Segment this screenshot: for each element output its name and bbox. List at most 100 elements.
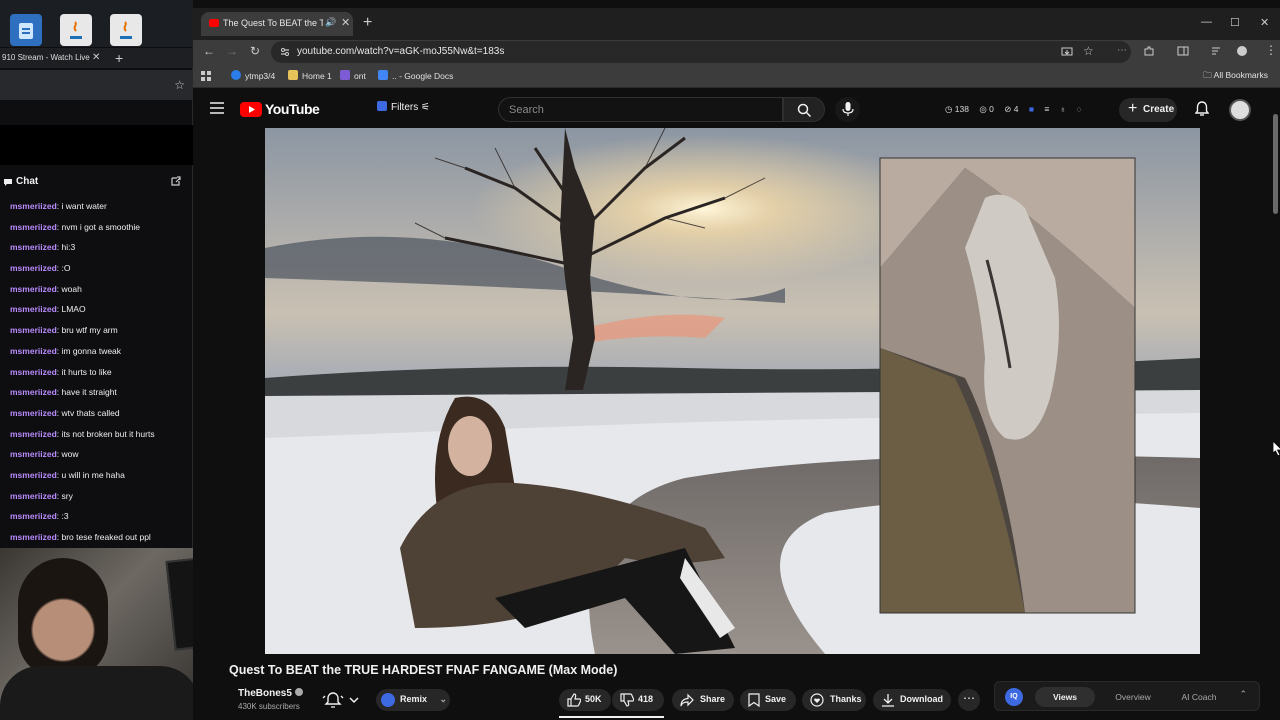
comment-icon[interactable]: ◌ bbox=[1076, 104, 1081, 114]
create-button[interactable]: + Create bbox=[1119, 98, 1177, 122]
star-icon[interactable]: ☆ bbox=[174, 78, 185, 92]
chat-message: msmeriized: :3 bbox=[10, 510, 192, 531]
media-queue-icon[interactable] bbox=[1211, 45, 1223, 57]
chat-username[interactable]: msmeriized bbox=[10, 284, 57, 294]
youtube-header: YouTube Filters ⚟ ◷ 138 ◎ 0 ⊘ 4 ■ ≡ ♁ ◌ … bbox=[193, 89, 1280, 129]
remix-button[interactable]: Remix ⌄ bbox=[376, 689, 450, 711]
close-window-icon[interactable]: ✕ bbox=[1260, 16, 1269, 29]
filters-button[interactable]: Filters ⚟ bbox=[377, 101, 430, 113]
extension-dots-icon[interactable]: ⋯ bbox=[1117, 45, 1129, 57]
chat-username[interactable]: msmeriized bbox=[10, 222, 57, 232]
stream-tab[interactable]: 910 Stream - Watch Live bbox=[0, 48, 102, 68]
bookmark-home[interactable]: Home 1 bbox=[288, 70, 332, 81]
search-input[interactable] bbox=[499, 98, 782, 121]
bookmark-ytmp3[interactable]: ytmp3/4 bbox=[231, 70, 275, 81]
chat-message: msmeriized: im gonna tweak bbox=[10, 345, 192, 366]
minimize-icon[interactable]: — bbox=[1201, 16, 1212, 28]
chat-username[interactable]: msmeriized bbox=[10, 491, 57, 501]
download-button[interactable]: Download bbox=[873, 689, 951, 711]
youtube-logo-icon[interactable] bbox=[240, 102, 262, 117]
list-icon[interactable]: ≡ bbox=[1044, 104, 1049, 114]
chat-username[interactable]: msmeriized bbox=[10, 408, 57, 418]
dislike-button[interactable]: 418 bbox=[612, 689, 664, 711]
chat-username[interactable]: msmeriized bbox=[10, 532, 57, 542]
iq-tab-views[interactable]: Views bbox=[1035, 687, 1095, 707]
chat-username[interactable]: msmeriized bbox=[10, 325, 57, 335]
account-avatar[interactable] bbox=[1229, 99, 1251, 121]
stream-window: 910 Stream - Watch Live ✕ + ☆ Chat msmer… bbox=[0, 0, 229, 720]
chat-username[interactable]: msmeriized bbox=[10, 470, 57, 480]
chat-username[interactable]: msmeriized bbox=[10, 511, 57, 521]
chat-message: msmeriized: LMAO bbox=[10, 303, 192, 324]
popout-icon[interactable] bbox=[170, 176, 181, 187]
extensions-puzzle-icon[interactable] bbox=[1143, 45, 1155, 57]
chevron-up-icon[interactable]: ⌃ bbox=[1239, 689, 1247, 700]
chat-username[interactable]: msmeriized bbox=[10, 429, 57, 439]
hamburger-menu-icon[interactable] bbox=[210, 102, 224, 114]
forward-icon[interactable]: → bbox=[226, 44, 238, 58]
site-info-icon[interactable] bbox=[279, 46, 291, 58]
mouse-cursor-icon bbox=[1273, 441, 1280, 455]
iq-logo[interactable]: IQ bbox=[1005, 688, 1023, 706]
chat-message: msmeriized: bru wtf my arm bbox=[10, 324, 192, 345]
speaker-icon[interactable]: 🔊 bbox=[325, 17, 336, 28]
page-scrollbar[interactable] bbox=[1271, 98, 1280, 720]
sliders-icon: ⚟ bbox=[421, 102, 430, 113]
chat-username[interactable]: msmeriized bbox=[10, 201, 57, 211]
new-tab-icon[interactable]: + bbox=[115, 50, 123, 66]
like-count: 50K bbox=[585, 694, 602, 704]
chat-username[interactable]: msmeriized bbox=[10, 387, 57, 397]
chat-username[interactable]: msmeriized bbox=[10, 367, 57, 377]
youtube-logo-text[interactable]: YouTube bbox=[265, 101, 320, 117]
chat-message: msmeriized: sry bbox=[10, 490, 192, 511]
channel-name[interactable]: TheBones5 bbox=[238, 688, 303, 699]
voice-search-button[interactable] bbox=[835, 97, 860, 122]
java-icon[interactable] bbox=[60, 14, 92, 46]
address-bar[interactable]: youtube.com/watch?v=aGK-moJ55Nw&t=183s ☆ bbox=[271, 41, 1131, 63]
bookmark-ont[interactable]: ont bbox=[340, 70, 366, 81]
thanks-button[interactable]: Thanks bbox=[802, 689, 866, 711]
new-tab-icon[interactable]: + bbox=[363, 14, 372, 32]
recycle-bin-icon[interactable] bbox=[10, 14, 42, 46]
bookmark-label: .. - Google Docs bbox=[392, 71, 454, 81]
ytmp3-icon bbox=[231, 70, 241, 80]
sidebar-icon[interactable] bbox=[1177, 45, 1189, 57]
subscription-bell-button[interactable] bbox=[320, 688, 370, 712]
back-icon[interactable]: ← bbox=[203, 44, 215, 58]
iq-icon[interactable]: ■ bbox=[1029, 104, 1034, 114]
search-button[interactable] bbox=[783, 97, 825, 122]
menu-kebab-icon[interactable]: ⋮ bbox=[1265, 43, 1277, 57]
search-box[interactable] bbox=[498, 97, 783, 122]
bookmark-site-icon bbox=[340, 70, 350, 80]
chat-username[interactable]: msmeriized bbox=[10, 346, 57, 356]
chat-text: : woah bbox=[56, 283, 82, 294]
chat-username[interactable]: msmeriized bbox=[10, 304, 57, 314]
maximize-icon[interactable]: ☐ bbox=[1230, 16, 1240, 29]
chat-username[interactable]: msmeriized bbox=[10, 449, 57, 459]
profile-icon[interactable] bbox=[1236, 45, 1248, 57]
share-icon bbox=[680, 693, 694, 707]
video-player[interactable] bbox=[265, 128, 1200, 654]
close-icon[interactable]: ✕ bbox=[92, 52, 100, 63]
chat-username[interactable]: msmeriized bbox=[10, 242, 57, 252]
reload-icon[interactable]: ↻ bbox=[250, 44, 260, 58]
notifications-bell-icon[interactable] bbox=[1195, 101, 1209, 117]
bookmark-star-icon[interactable]: ☆ bbox=[1083, 44, 1095, 58]
tab-youtube[interactable]: The Quest To BEAT the TRUE 🔊 ✕ bbox=[201, 12, 353, 36]
close-icon[interactable]: ✕ bbox=[341, 16, 350, 29]
chat-username[interactable]: msmeriized bbox=[10, 263, 57, 273]
more-actions-button[interactable]: ⋯ bbox=[958, 689, 980, 711]
java-icon[interactable] bbox=[110, 14, 142, 46]
iq-tab-overview[interactable]: Overview bbox=[1103, 687, 1163, 707]
iq-tab-ai-coach[interactable]: AI Coach bbox=[1167, 687, 1231, 707]
install-app-icon[interactable] bbox=[1061, 46, 1073, 58]
stream-address-bar[interactable]: ☆ bbox=[0, 70, 193, 100]
save-button[interactable]: Save bbox=[740, 689, 796, 711]
all-bookmarks[interactable]: 🗀 All Bookmarks bbox=[1203, 70, 1268, 84]
bulb-icon[interactable]: ♁ bbox=[1060, 104, 1066, 114]
bookmark-google-docs[interactable]: .. - Google Docs bbox=[378, 70, 453, 81]
scrollbar-thumb[interactable] bbox=[1273, 114, 1278, 214]
share-button[interactable]: Share bbox=[672, 689, 734, 711]
like-button[interactable]: 50K bbox=[559, 689, 611, 711]
apps-grid-icon[interactable] bbox=[201, 71, 211, 81]
